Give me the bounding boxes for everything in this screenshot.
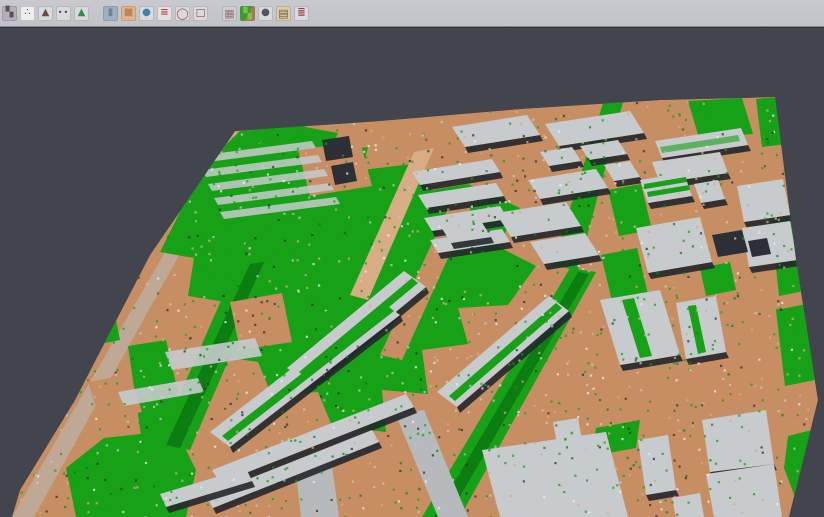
toolbar-group-2: ▮■●≡◯☐ <box>103 6 208 21</box>
classification-map-icon[interactable]: ▚ <box>240 6 255 21</box>
point-cloud-scene <box>0 0 824 517</box>
app-window: ▚∴▲••▲▮■●≡◯☐▦▚●▤≣ <box>0 0 824 517</box>
terrain-mountain-icon[interactable]: ▲ <box>38 6 53 21</box>
select-tool-icon[interactable]: ▚ <box>2 6 17 21</box>
pond-patch <box>322 136 353 161</box>
building-roof <box>702 410 774 472</box>
pick-points-icon[interactable]: ∴ <box>20 6 35 21</box>
view-sphere-icon[interactable]: ● <box>258 6 273 21</box>
globe-view-icon[interactable]: ● <box>139 6 154 21</box>
toolbar-group-3: ▦▚●▤≣ <box>222 6 309 21</box>
layer-list-icon[interactable]: ≡ <box>157 6 172 21</box>
pond-patch <box>331 162 357 185</box>
toolbar-group-1: ▚∴▲••▲ <box>2 6 89 21</box>
viewport-3d[interactable] <box>0 0 824 517</box>
toolbar: ▚∴▲••▲▮■●≡◯☐▦▚●▤≣ <box>0 0 824 27</box>
circle-selection-icon[interactable]: ◯ <box>175 6 190 21</box>
side-panel-icon[interactable]: ▮ <box>103 6 118 21</box>
grid-view-icon[interactable]: ▦ <box>222 6 237 21</box>
export-data-icon[interactable]: ▤ <box>276 6 291 21</box>
sample-points-icon[interactable]: •• <box>56 6 71 21</box>
rect-selection-icon[interactable]: ☐ <box>193 6 208 21</box>
pond-patch <box>748 238 771 257</box>
ortho-image-icon[interactable]: ■ <box>121 6 136 21</box>
cross-sections-icon[interactable]: ≣ <box>294 6 309 21</box>
surface-model-icon[interactable]: ▲ <box>74 6 89 21</box>
building-roof <box>737 179 790 222</box>
